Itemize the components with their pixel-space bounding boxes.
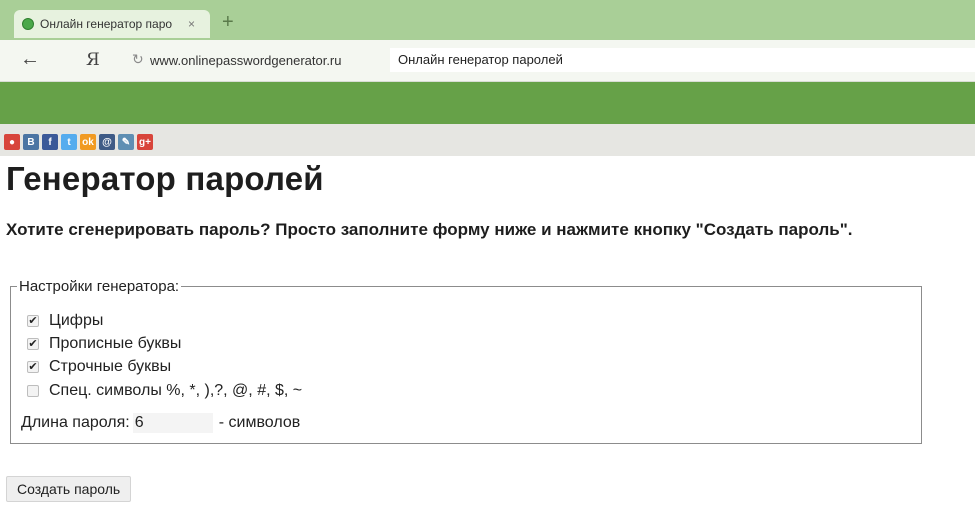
browser-tab[interactable]: Онлайн генератор паро ×: [14, 10, 210, 38]
uppercase-checkbox[interactable]: ✔: [27, 338, 39, 350]
yandex-logo-icon[interactable]: Я: [86, 50, 100, 70]
googleplus-icon[interactable]: g+: [137, 134, 153, 150]
intro-text: Хотите сгенерировать пароль? Просто запо…: [6, 220, 853, 239]
twitter-icon[interactable]: t: [61, 134, 77, 150]
option-digits[interactable]: ✔ Цифры: [27, 311, 103, 331]
url-page-title[interactable]: Онлайн генератор паролей: [390, 48, 975, 72]
generator-settings: Настройки генератора: ✔ Цифры ✔ Прописны…: [10, 278, 922, 444]
google-icon[interactable]: ●: [4, 134, 20, 150]
tab-close-icon[interactable]: ×: [188, 17, 195, 31]
tab-title: Онлайн генератор паро: [40, 17, 173, 31]
option-uppercase[interactable]: ✔ Прописные буквы: [27, 334, 181, 354]
lowercase-label: Строчные буквы: [49, 358, 172, 375]
facebook-icon[interactable]: f: [42, 134, 58, 150]
new-tab-icon[interactable]: +: [222, 12, 234, 32]
page-title: Генератор паролей: [6, 160, 324, 197]
special-checkbox[interactable]: [27, 385, 39, 397]
lowercase-checkbox[interactable]: ✔: [27, 361, 39, 373]
special-label: Спец. символы %, *, ),?, @, #, $, ~: [49, 382, 303, 399]
back-arrow-icon[interactable]: ←: [20, 48, 40, 71]
digits-checkbox[interactable]: ✔: [27, 315, 39, 327]
odnoklassniki-icon[interactable]: ok: [80, 134, 96, 150]
address-bar: ← Я ↻ www.onlinepasswordgenerator.ru Онл…: [0, 40, 975, 82]
url-text[interactable]: www.onlinepasswordgenerator.ru: [150, 50, 342, 72]
option-lowercase[interactable]: ✔ Строчные буквы: [27, 357, 171, 377]
vk-icon[interactable]: B: [23, 134, 39, 150]
create-password-button[interactable]: Создать пароль: [6, 476, 132, 502]
length-row: Длина пароля: - символов: [21, 411, 300, 435]
uppercase-label: Прописные буквы: [49, 335, 182, 352]
moimir-icon[interactable]: @: [99, 134, 115, 150]
length-input[interactable]: [132, 413, 213, 433]
length-unit: - символов: [218, 414, 301, 431]
site-favicon-icon: [22, 18, 34, 30]
length-label: Длина пароля:: [21, 414, 130, 431]
settings-legend: Настройки генератора:: [17, 278, 182, 296]
browser-tab-bar: Онлайн генератор паро × +: [0, 0, 975, 40]
livejournal-icon[interactable]: ✎: [118, 134, 134, 150]
option-special[interactable]: Спец. символы %, *, ),?, @, #, $, ~: [27, 381, 302, 401]
digits-label: Цифры: [49, 312, 104, 329]
social-share-icons: ● Bf t ok @ ✎ g+: [4, 134, 153, 150]
reload-icon[interactable]: ↻: [132, 51, 144, 68]
site-header-band: [0, 82, 975, 124]
